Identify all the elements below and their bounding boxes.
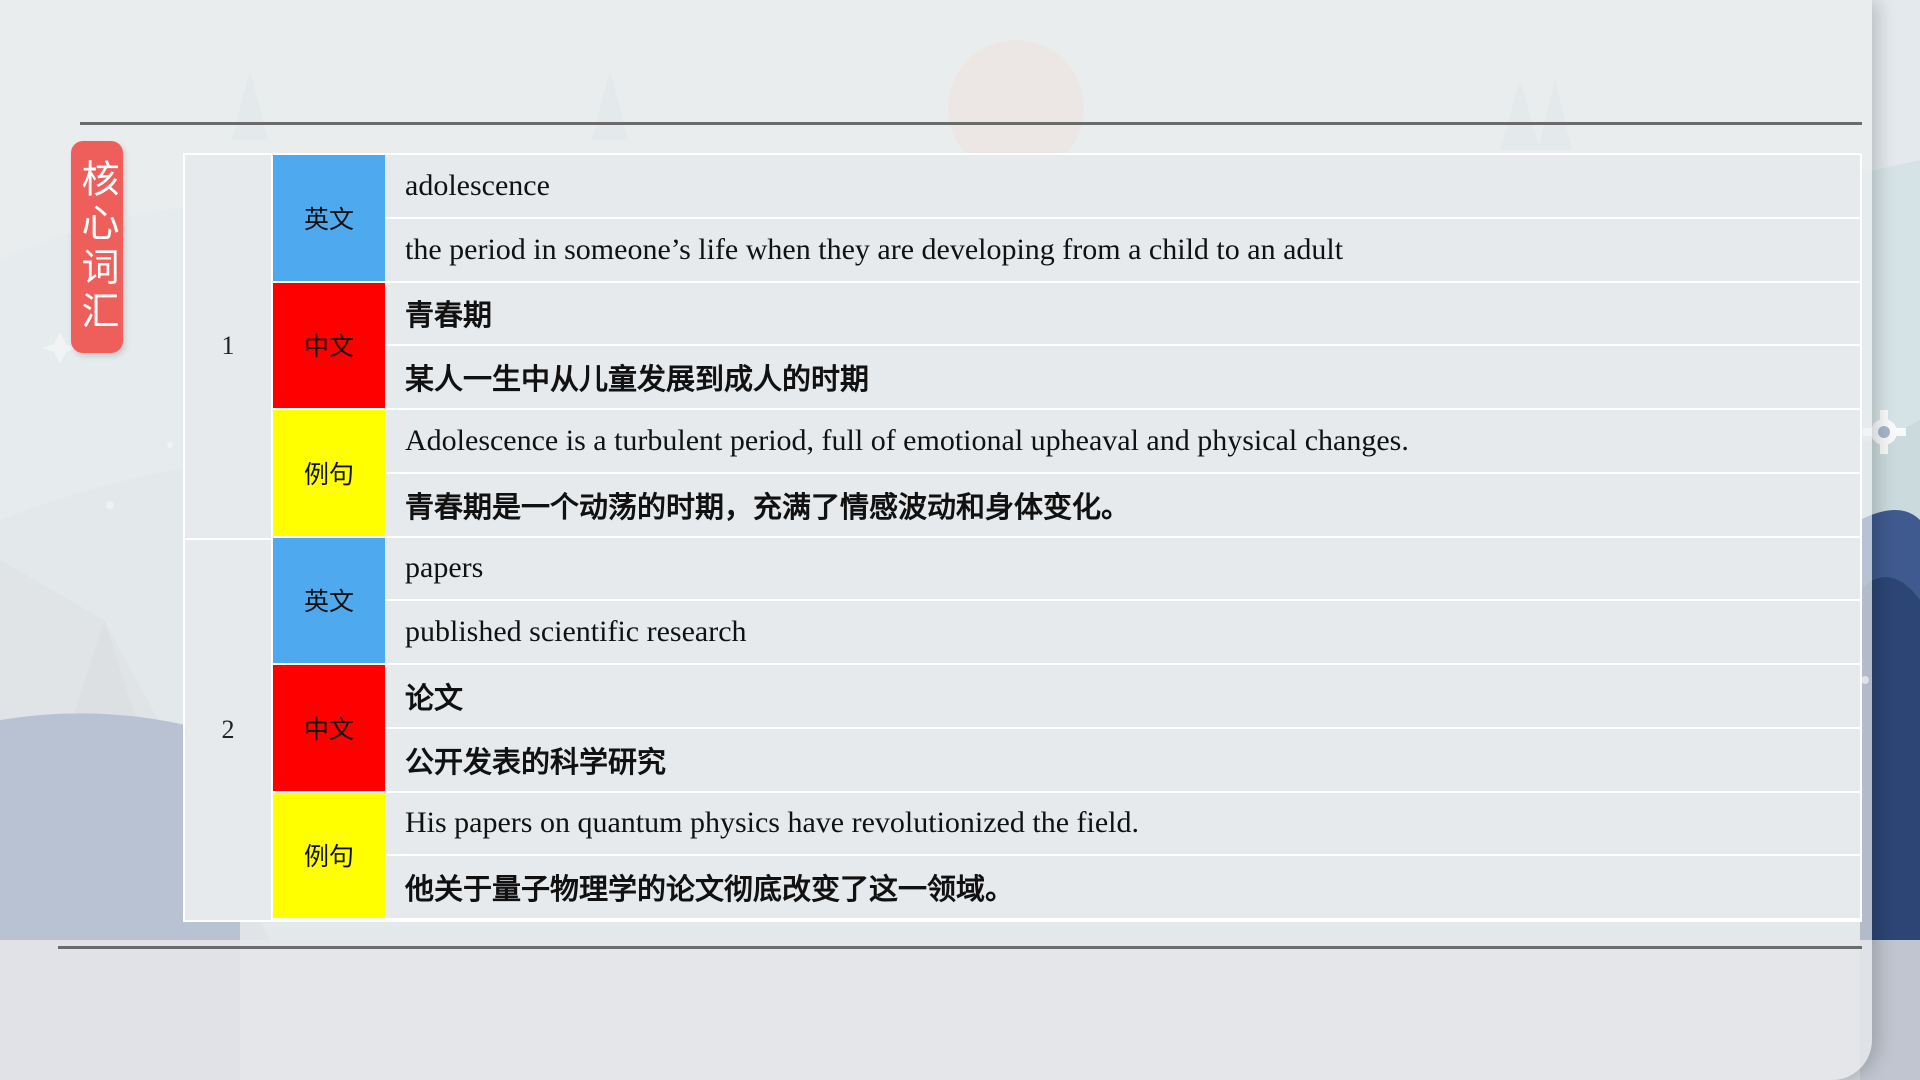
section-tag: 核心词汇 bbox=[71, 141, 123, 353]
vocabulary-table: 1 英文 adolescence the period in someone’s… bbox=[183, 153, 1862, 922]
english-definition: the period in someone’s life when they a… bbox=[385, 219, 1860, 283]
chinese-word: 论文 bbox=[385, 665, 1860, 729]
slide: 核心词汇 1 英文 adolescence the period in some… bbox=[0, 0, 1920, 1080]
chinese-word: 青春期 bbox=[385, 283, 1860, 347]
chinese-definition: 公开发表的科学研究 bbox=[385, 729, 1860, 793]
chinese-definition: 某人一生中从儿童发展到成人的时期 bbox=[385, 346, 1860, 410]
entry-number: 2 bbox=[185, 537, 273, 920]
english-label: 英文 bbox=[273, 155, 385, 283]
entry-number: 1 bbox=[185, 155, 273, 538]
top-divider bbox=[80, 122, 1862, 125]
english-definition: published scientific research bbox=[385, 601, 1860, 665]
example-label: 例句 bbox=[273, 410, 385, 538]
chinese-label: 中文 bbox=[273, 665, 385, 793]
example-english: His papers on quantum physics have revol… bbox=[385, 793, 1860, 857]
english-word: papers bbox=[385, 538, 1860, 602]
example-label: 例句 bbox=[273, 792, 385, 920]
example-chinese: 青春期是一个动荡的时期，充满了情感波动和身体变化。 bbox=[385, 474, 1860, 538]
section-tag-text: 核心词汇 bbox=[75, 159, 119, 335]
english-word: adolescence bbox=[385, 155, 1860, 219]
example-english: Adolescence is a turbulent period, full … bbox=[385, 410, 1860, 474]
english-label: 英文 bbox=[273, 537, 385, 665]
example-chinese: 他关于量子物理学的论文彻底改变了这一领域。 bbox=[385, 856, 1860, 920]
bottom-divider bbox=[58, 946, 1862, 949]
chinese-label: 中文 bbox=[273, 282, 385, 410]
